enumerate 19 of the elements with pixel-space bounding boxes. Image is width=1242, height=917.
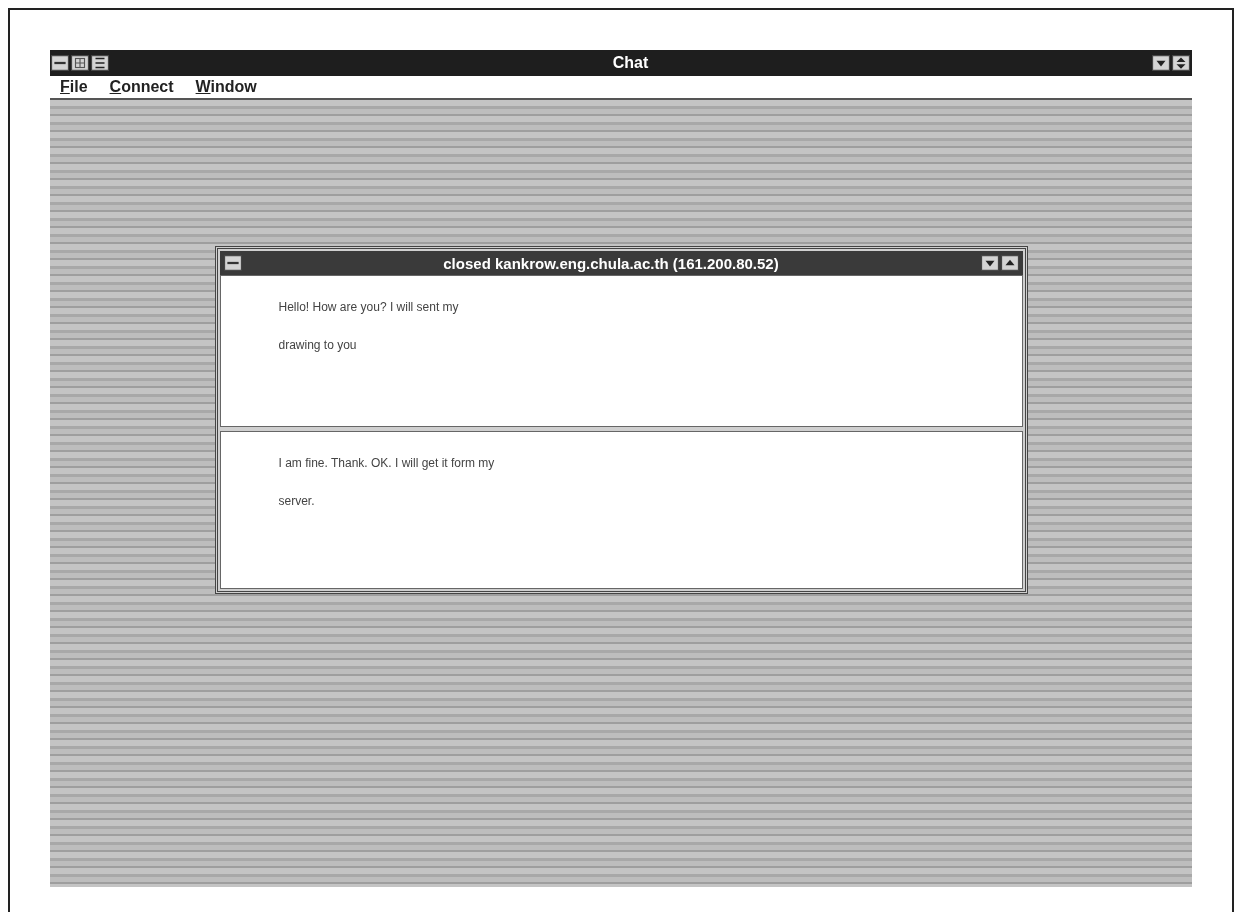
- minimize-icon[interactable]: [1152, 55, 1170, 71]
- system-menu-icon[interactable]: [223, 255, 242, 271]
- window-icon[interactable]: [71, 55, 89, 71]
- app-title: Chat: [611, 54, 650, 72]
- system-menu-icon[interactable]: [51, 55, 69, 71]
- menu-item[interactable]: File: [60, 78, 88, 96]
- maximize-icon[interactable]: [1000, 255, 1019, 271]
- list-icon[interactable]: [91, 55, 109, 71]
- message-text: Hello! How are you? I will sent my: [278, 300, 459, 314]
- message-text: drawing to you: [278, 338, 357, 352]
- message-text: server.: [278, 494, 315, 508]
- menu-item[interactable]: Window: [195, 78, 257, 96]
- message-pane[interactable]: I am fine. Thank. OK. I will get it form my server.: [219, 431, 1023, 589]
- minimize-icon[interactable]: [980, 255, 999, 271]
- restore-icon[interactable]: [1172, 55, 1190, 71]
- message-text: I am fine. Thank. OK. I will get it form my: [278, 456, 495, 470]
- message-pane[interactable]: Hello! How are you? I will sent my drawing to you: [219, 275, 1023, 427]
- window-title: closed kankrow.eng.chula.ac.th (161.200.80.52): [442, 254, 780, 272]
- menu-item[interactable]: Connect: [109, 78, 174, 96]
